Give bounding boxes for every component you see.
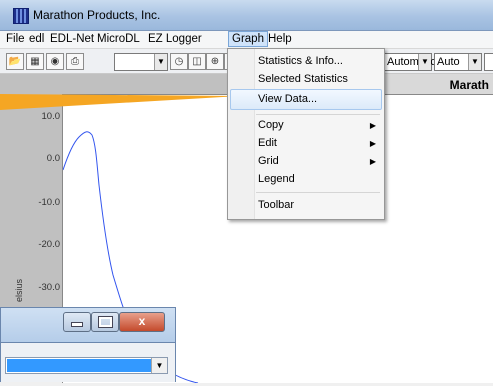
plot-header: Marath xyxy=(380,74,493,94)
y-tick: -20.0 xyxy=(38,239,60,250)
child-select[interactable]: ▼ xyxy=(5,357,168,374)
menu-item-statistics-info[interactable]: Statistics & Info... xyxy=(258,55,343,67)
chart-icon[interactable]: ▦ xyxy=(26,53,44,70)
menu-file[interactable]: File xyxy=(4,33,27,45)
menu-item-selected-statistics[interactable]: Selected Statistics xyxy=(258,73,348,85)
menu-graph[interactable]: Graph xyxy=(228,31,268,47)
menu-ez-logger[interactable]: EZ Logger xyxy=(146,33,204,45)
preview-icon[interactable]: ◫ xyxy=(188,53,206,70)
callout-arrow xyxy=(0,94,240,110)
chevron-right-icon: ▶ xyxy=(369,139,376,148)
menu-gutter xyxy=(228,49,255,219)
child-title-bar[interactable]: x xyxy=(0,307,176,343)
maximize-icon xyxy=(97,316,113,328)
menu-item-toolbar[interactable]: Toolbar xyxy=(258,199,294,211)
menu-edl[interactable]: edl xyxy=(27,33,46,45)
auto-select-value: Auto xyxy=(437,56,460,68)
menu-help[interactable]: Help xyxy=(266,33,294,45)
print-icon[interactable]: ⎙ xyxy=(66,53,84,70)
crosshair-icon[interactable]: ⊕ xyxy=(206,53,224,70)
scale-select[interactable]: Automatic ▼ xyxy=(384,53,436,71)
minimize-button[interactable] xyxy=(63,312,91,332)
title-bar[interactable]: Marathon Products, Inc. xyxy=(0,0,493,31)
open-icon[interactable]: 📂 xyxy=(6,53,24,70)
minimize-icon xyxy=(71,322,83,327)
chevron-down-icon: ▼ xyxy=(151,358,167,373)
chevron-right-icon: ▶ xyxy=(369,157,376,166)
child-window: x ▼ xyxy=(0,307,176,382)
chevron-down-icon: ▼ xyxy=(468,54,481,70)
graph-dropdown-menu: Statistics & Info... Selected Statistics… xyxy=(227,48,385,220)
camera-icon[interactable]: ◉ xyxy=(46,53,64,70)
close-button[interactable]: x xyxy=(119,312,165,332)
menu-item-edit[interactable]: Edit xyxy=(258,137,277,149)
chevron-right-icon: ▶ xyxy=(369,121,376,130)
menu-microdl[interactable]: MicroDL xyxy=(95,33,142,45)
menu-edl-net[interactable]: EDL-Net xyxy=(48,33,96,45)
y-tick: -30.0 xyxy=(38,282,60,293)
close-icon: x xyxy=(138,314,146,328)
child-body: ▼ xyxy=(0,343,176,382)
chevron-down-icon: ▼ xyxy=(418,54,431,70)
chevron-down-icon: ▼ xyxy=(154,54,167,70)
auto-select[interactable]: Auto ▼ xyxy=(434,53,482,71)
callout-pointer xyxy=(0,94,240,110)
menu-separator xyxy=(256,192,380,193)
y-tick: -10.0 xyxy=(38,197,60,208)
menu-item-copy[interactable]: Copy xyxy=(258,119,284,131)
child-select-selection xyxy=(7,359,151,372)
maximize-button[interactable] xyxy=(91,312,119,332)
clock-icon[interactable]: ◷ xyxy=(170,53,188,70)
app-icon xyxy=(13,8,29,24)
zoom-select[interactable]: ▼ xyxy=(114,53,168,71)
y-tick: 0.0 xyxy=(46,153,60,164)
menu-item-grid[interactable]: Grid xyxy=(258,155,279,167)
menu-item-view-data[interactable]: View Data... xyxy=(258,93,317,105)
window-title: Marathon Products, Inc. xyxy=(33,8,161,22)
menu-item-legend[interactable]: Legend xyxy=(258,173,295,185)
plot-title: Marath xyxy=(449,78,489,92)
extra-select[interactable] xyxy=(484,53,493,71)
menu-bar: File edl EDL-Net MicroDL EZ Logger Graph… xyxy=(0,31,493,49)
menu-separator xyxy=(256,114,380,115)
y-axis-label: elsius xyxy=(14,278,24,302)
